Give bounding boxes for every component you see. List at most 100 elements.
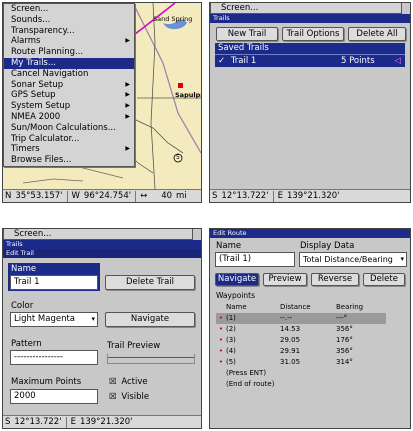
trail-preview-label: Trail Preview [107,341,161,351]
submenu-arrow-icon: ▶ [125,145,130,153]
column-header: Distance [280,303,311,311]
menu-item-route-planning[interactable]: Route Planning... [4,47,134,58]
submenu-arrow-icon: ▶ [125,80,130,88]
table-row[interactable]: (Press ENT) [216,368,386,379]
active-checkbox[interactable]: ☒ Active [109,377,148,387]
waypoint-dot-icon: • [218,336,224,344]
display-data-select[interactable]: Total Distance/Bearing ▾ [299,252,407,267]
max-points-label: Maximum Points [11,377,82,387]
trail-name: Trail 1 [230,56,257,66]
submenu-arrow-icon: ▶ [125,91,130,99]
menu-item-nmea-2000[interactable]: NMEA 2000 ▶ [4,112,134,123]
waypoint-dot-icon: • [218,314,224,322]
pattern-label: Pattern [11,339,42,349]
waypoint-dot-icon: • [218,325,224,333]
status-bar: N 35°53.157' W 96°24.754' ↔ 40 mi [3,189,201,202]
menu-item-system-setup[interactable]: System Setup ▶ [4,101,134,112]
navigate-button[interactable]: Navigate [215,273,259,286]
lon-hemisphere: E [277,191,283,201]
submenu-arrow-icon: ▶ [125,37,130,45]
color-label: Color [11,301,34,311]
menu-item-sounds[interactable]: Sounds... [4,15,134,26]
zoom-icon: ↔ [140,191,148,201]
table-header: Name Distance Bearing [216,302,386,313]
menu-item-timers[interactable]: Timers ▶ [4,144,134,155]
submenu-arrow-icon: ▶ [125,102,130,110]
trails-panel: Screen... Trails New Trail Trail Options… [209,2,411,203]
max-points-field[interactable]: 2000 [10,389,98,404]
trail-preview-line [108,357,194,358]
zoom-readout: 40 [161,191,173,201]
checkbox-icon: ☒ [109,377,117,387]
new-trail-button[interactable]: New Trail [216,27,278,41]
menu-item-screen[interactable]: Screen... [4,4,134,15]
delete-all-button[interactable]: Delete All [348,27,406,41]
trails-title: Trails [3,240,201,249]
delete-button[interactable]: Delete [363,273,405,286]
status-bar: S 12°13.722' E 139°21.320' [210,189,410,202]
longitude-readout: 139°21.320' [79,417,133,427]
table-row[interactable]: • (3) 29.05 176° [216,335,386,346]
saved-trails-list: Saved Trails ✓ Trail 1 5 Points ◁ [215,43,405,67]
lon-hemisphere: E [70,417,76,427]
trail-points: 5 Points [341,56,375,66]
lat-hemisphere: S [5,417,11,427]
edit-route-title: Edit Route [210,229,410,238]
table-row[interactable]: • (1) --.-- ---° [216,313,386,324]
waypoints-table: Name Distance Bearing • (1) --.-- ---° •… [216,302,386,390]
submenu-arrow-icon: ▶ [125,112,130,120]
checkbox-icon: ☒ [109,392,117,402]
name-label: Name [216,241,242,251]
trail-row[interactable]: ✓ Trail 1 5 Points ◁ [215,54,405,66]
edit-route-panel: Edit Route Name (Trail 1) Display Data T… [209,228,411,429]
waypoint-dot-icon: • [218,358,224,366]
table-row[interactable]: (End of route) [216,379,386,390]
lon-hemisphere: W [71,191,80,201]
pattern-select[interactable]: ---------------- [10,350,98,365]
trail-options-button[interactable]: Trail Options [282,27,344,41]
menu-item-sun-moon[interactable]: Sun/Moon Calculations... [4,123,134,134]
saved-trails-header: Saved Trails [218,43,269,53]
menu-item-gps-setup[interactable]: GPS Setup ▶ [4,90,134,101]
latitude-readout: 12°13.722' [221,191,269,201]
check-icon: ✓ [218,56,226,66]
map-city-label: Sand Spring [153,15,193,23]
lat-hemisphere: N [5,191,12,201]
map-road-label: 5 [176,154,180,161]
edit-trail-title: Edit Trail [3,249,201,258]
color-select[interactable]: Light Magenta ▾ [10,312,98,327]
screen-tab[interactable]: Screen... [210,3,402,14]
table-row[interactable]: • (2) 14.53 356° [216,324,386,335]
edit-trail-panel: Screen... Trails Edit Trail Name Trail 1… [2,228,202,429]
menu-item-trip-calculator[interactable]: Trip Calculator... [4,134,134,145]
column-header: Name [226,303,247,311]
screen-tab[interactable]: Screen... [3,229,194,240]
navigate-button[interactable]: Navigate [105,312,195,327]
status-bar: S 12°13.722' E 139°21.320' [3,415,201,428]
preview-button[interactable]: Preview [263,273,307,286]
menu-item-cancel-navigation[interactable]: Cancel Navigation [4,69,134,80]
table-row[interactable]: • (4) 29.91 356° [216,346,386,357]
display-data-label: Display Data [300,241,355,251]
waypoints-label: Waypoints [216,291,256,300]
table-row[interactable]: • (5) 31.05 314° [216,357,386,368]
main-menu-panel: Sand Spring Sapulpa 5 Screen... Sounds..… [2,2,202,203]
chevron-down-icon: ▾ [400,255,404,263]
route-name-field[interactable]: (Trail 1) [215,252,295,267]
delete-trail-button[interactable]: Delete Trail [105,275,195,290]
menu-item-my-trails[interactable]: My Trails... [4,57,134,69]
column-header: Bearing [336,303,364,311]
trail-name-field[interactable]: Trail 1 [10,275,98,290]
menu-item-sonar-setup[interactable]: Sonar Setup ▶ [4,80,134,91]
main-menu: Screen... Sounds... Transparency... Alar… [3,3,135,167]
visible-checkbox[interactable]: ☒ Visible [109,392,149,402]
latitude-readout: 12°13.722' [14,417,62,427]
menu-item-alarms[interactable]: Alarms ▶ [4,36,134,47]
reverse-button[interactable]: Reverse [311,273,359,286]
trail-color-icon: ◁ [394,56,401,66]
menu-item-browse-files[interactable]: Browse Files... [4,155,134,166]
latitude-readout: 35°53.157' [15,191,63,201]
waypoint-dot-icon: • [218,347,224,355]
menu-item-transparency[interactable]: Transparency... [4,26,134,37]
trails-title: Trails [210,14,410,23]
